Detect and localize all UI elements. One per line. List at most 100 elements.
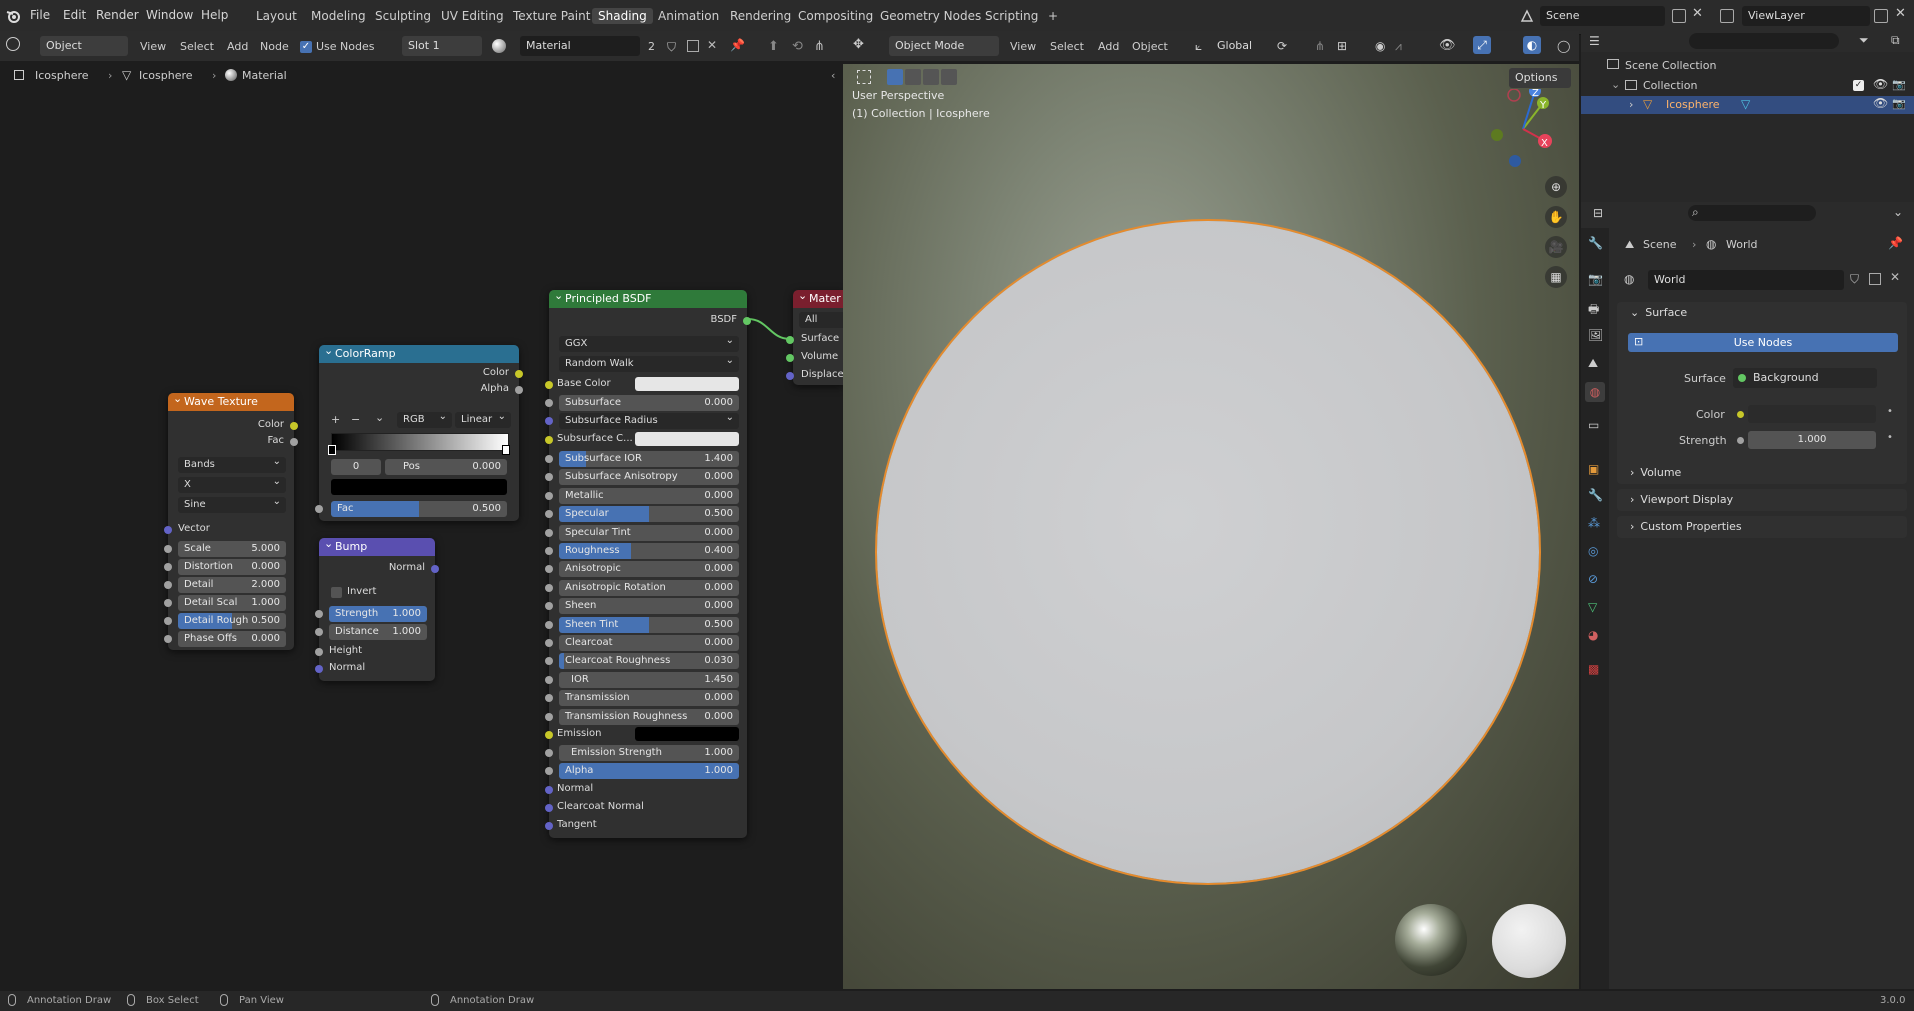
pin-icon[interactable]: 📌	[1888, 236, 1903, 250]
material-tab-icon[interactable]: ◕	[1588, 628, 1598, 642]
menu-edit[interactable]: Edit	[63, 8, 86, 22]
object-mode-dropdown[interactable]: Object	[40, 36, 128, 56]
object-tab-icon[interactable]: ▣	[1588, 462, 1599, 476]
modifier-tab-icon[interactable]: 🔧	[1588, 488, 1603, 502]
select-mode-new-icon[interactable]	[887, 69, 903, 85]
base-color-socket[interactable]	[545, 381, 553, 389]
distance-socket[interactable]	[315, 628, 323, 636]
ramp-stop-white[interactable]	[502, 445, 510, 455]
volume-panel-header[interactable]: Volume	[1630, 466, 1681, 479]
input-socket[interactable]	[164, 599, 172, 607]
search-icon[interactable]: ⌕	[1692, 205, 1699, 220]
menu-object[interactable]: Object	[1132, 40, 1168, 53]
properties-search-input[interactable]	[1688, 205, 1816, 221]
new-collection-icon[interactable]: ⧉	[1891, 33, 1900, 48]
menu-help[interactable]: Help	[201, 8, 228, 22]
surface-shader-selector[interactable]: Background	[1733, 368, 1877, 388]
pivot-icon[interactable]: ⟳	[1277, 39, 1287, 53]
bsdf-field-anisotropic[interactable]: Anisotropic 0.000	[559, 561, 739, 577]
input-socket[interactable]	[164, 563, 172, 571]
detail-scale-field[interactable]: Detail Scal 1.000	[178, 595, 286, 611]
bsdf-input-socket[interactable]	[545, 584, 553, 592]
editor-type-icon[interactable]: ✥	[853, 37, 864, 52]
subsurface-radius-socket[interactable]	[545, 417, 553, 425]
sidebar-toggle-icon[interactable]: ‹	[831, 69, 835, 82]
select-mode-extend-icon[interactable]	[905, 69, 921, 85]
input-socket[interactable]	[164, 617, 172, 625]
new-viewlayer-icon[interactable]	[1874, 9, 1888, 23]
pan-hand-icon[interactable]: ✋	[1545, 206, 1567, 228]
menu-view[interactable]: View	[140, 40, 166, 53]
stop-pos-field[interactable]: Pos 0.000	[385, 459, 507, 475]
bsdf-field-clearcoat-roughness[interactable]: Clearcoat Roughness 0.030	[559, 653, 739, 669]
close-icon[interactable]: ✕	[1692, 6, 1703, 21]
material-users-count[interactable]: 2	[648, 40, 655, 53]
bsdf-field-subsurface-ior[interactable]: Subsurface IOR 1.400	[559, 451, 739, 467]
color-ramp-gradient[interactable]	[331, 433, 509, 451]
displacement-input-socket[interactable]	[786, 372, 794, 380]
active-stop-index[interactable]: 0	[331, 459, 381, 475]
camera-render-icon[interactable]: 📷	[1892, 78, 1906, 91]
tab-texture-paint[interactable]: Texture Paint	[507, 8, 596, 24]
bsdf-field-roughness[interactable]: Roughness 0.400	[559, 543, 739, 559]
stop-color-swatch[interactable]	[331, 479, 507, 495]
distortion-field[interactable]: Distortion 0.000	[178, 559, 286, 575]
duplicate-world-icon[interactable]	[1869, 273, 1881, 285]
subsurface-field[interactable]: Subsurface 0.000	[559, 395, 739, 411]
volume-input-socket[interactable]	[786, 354, 794, 362]
surface-input-socket[interactable]	[786, 336, 794, 344]
subsurface-color-swatch[interactable]	[635, 432, 739, 446]
data-tab-icon[interactable]: ▽	[1588, 600, 1597, 614]
scale-field[interactable]: Scale 5.000	[178, 541, 286, 557]
interpolation-dropdown[interactable]: Linear	[455, 409, 511, 428]
overlay-toggle-icon[interactable]: ◐	[1523, 36, 1541, 54]
bsdf-input-socket[interactable]	[545, 713, 553, 721]
emission-color-swatch[interactable]	[635, 727, 739, 741]
principled-bsdf-node[interactable]: Principled BSDF BSDF GGX Random Walk Bas…	[545, 287, 751, 838]
bsdf-input-socket[interactable]	[545, 547, 553, 555]
alpha-field[interactable]: Alpha 1.000	[559, 763, 739, 779]
camera-view-icon[interactable]: 🎥	[1545, 236, 1567, 258]
surface-panel-header[interactable]: Surface	[1630, 306, 1687, 319]
invert-checkbox[interactable]	[331, 587, 342, 598]
texture-tab-icon[interactable]: ▩	[1588, 662, 1599, 676]
output-tab-icon[interactable]: 🖶	[1588, 300, 1599, 321]
tangent-socket[interactable]	[545, 822, 553, 830]
tab-compositing[interactable]: Compositing	[792, 8, 879, 24]
menu-select[interactable]: Select	[1050, 40, 1084, 53]
zoom-icon[interactable]: ⊕	[1545, 176, 1567, 198]
bsdf-field-anisotropic-rotation[interactable]: Anisotropic Rotation 0.000	[559, 580, 739, 596]
subsurface-color-socket[interactable]	[545, 436, 553, 444]
world-strength-field[interactable]: 1.000	[1748, 431, 1876, 449]
principled-bsdf-title[interactable]: Principled BSDF	[549, 287, 747, 308]
vector-socket[interactable]	[164, 526, 172, 534]
menu-add[interactable]: Add	[227, 40, 248, 53]
collection-checkbox-icon[interactable]: ✓	[1853, 80, 1864, 91]
subsurface-socket[interactable]	[545, 399, 553, 407]
select-mode-invert-icon[interactable]	[941, 69, 957, 85]
subsurface-method-dropdown[interactable]: Random Walk	[559, 353, 739, 372]
input-socket[interactable]	[164, 635, 172, 643]
bsdf-field-transmission-roughness[interactable]: Transmission Roughness 0.000	[559, 709, 739, 725]
distance-field[interactable]: Distance 1.000	[329, 624, 427, 640]
custom-properties-panel-header[interactable]: Custom Properties	[1630, 520, 1741, 533]
new-scene-icon[interactable]	[1672, 9, 1686, 23]
keyframe-dot-icon[interactable]: •	[1887, 432, 1893, 443]
bsdf-input-socket[interactable]	[545, 455, 553, 463]
ramp-stop-black[interactable]	[328, 445, 336, 455]
strength-field[interactable]: Strength 1.000	[329, 606, 427, 622]
view-layer-tab-icon[interactable]: 🖼	[1588, 328, 1603, 342]
wave-direction-dropdown[interactable]: X	[178, 474, 286, 493]
editor-type-icon[interactable]	[6, 37, 20, 51]
detail-field[interactable]: Detail 2.000	[178, 577, 286, 593]
output-normal-socket[interactable]	[431, 565, 439, 573]
close-icon[interactable]: ✕	[1890, 270, 1900, 284]
bsdf-field-specular-tint[interactable]: Specular Tint 0.000	[559, 525, 739, 541]
distribution-dropdown[interactable]: GGX	[559, 333, 739, 352]
output-bsdf-socket[interactable]	[743, 317, 751, 325]
normal-socket[interactable]	[545, 786, 553, 794]
wave-profile-dropdown[interactable]: Sine	[178, 494, 286, 513]
tab-animation[interactable]: Animation	[652, 8, 725, 24]
shading-wireframe-icon[interactable]: ◯	[1557, 39, 1570, 53]
detail-roughness-field[interactable]: Detail Rough 0.500	[178, 613, 286, 629]
